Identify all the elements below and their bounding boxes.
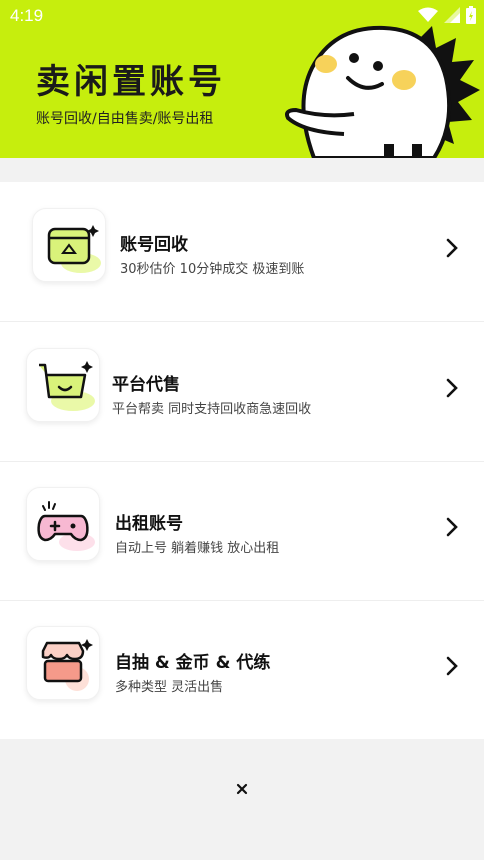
menu-item-title: 自抽 & 金币 & 代练 bbox=[115, 653, 271, 673]
chevron-right-icon bbox=[446, 517, 458, 537]
menu-item-platform-consign[interactable]: 平台代售 平台帮卖 同时支持回收商急速回收 bbox=[0, 322, 484, 462]
shop-icon bbox=[26, 626, 100, 700]
recycle-box-icon bbox=[32, 208, 106, 282]
menu-item-account-recycle[interactable]: 账号回收 30秒估价 10分钟成交 极速到账 bbox=[0, 182, 484, 322]
menu-item-rent-account[interactable]: 出租账号 自动上号 躺着赚钱 放心出租 bbox=[0, 461, 484, 601]
menu-item-desc: 30秒估价 10分钟成交 极速到账 bbox=[120, 262, 305, 277]
menu-item-desc: 平台帮卖 同时支持回收商急速回收 bbox=[112, 402, 312, 417]
close-icon[interactable] bbox=[233, 780, 251, 798]
menu-card: 账号回收 30秒估价 10分钟成交 极速到账 平台代售 平台帮卖 同时支持回收商… bbox=[0, 182, 484, 739]
status-time: 4:19 bbox=[10, 6, 44, 25]
page-title: 卖闲置账号 bbox=[36, 62, 226, 102]
chevron-right-icon bbox=[446, 238, 458, 258]
menu-item-title: 出租账号 bbox=[115, 514, 183, 534]
mascot-illustration bbox=[285, 25, 480, 158]
menu-item-title: 账号回收 bbox=[120, 235, 188, 255]
menu-item-desc: 多种类型 灵活出售 bbox=[115, 680, 224, 695]
menu-item-title: 平台代售 bbox=[112, 375, 180, 395]
shopping-cart-icon bbox=[26, 348, 100, 422]
chevron-right-icon bbox=[446, 656, 458, 676]
menu-item-desc: 自动上号 躺着赚钱 放心出租 bbox=[115, 541, 280, 556]
page-subtitle: 账号回收/自由售卖/账号出租 bbox=[36, 111, 214, 127]
gamepad-icon bbox=[26, 487, 100, 561]
header-banner: 4:19 卖闲置账号 账号回收/自由售卖/账号出租 bbox=[0, 0, 484, 158]
chevron-right-icon bbox=[446, 378, 458, 398]
menu-item-draw-coins-boost[interactable]: 自抽 & 金币 & 代练 多种类型 灵活出售 bbox=[0, 600, 484, 739]
